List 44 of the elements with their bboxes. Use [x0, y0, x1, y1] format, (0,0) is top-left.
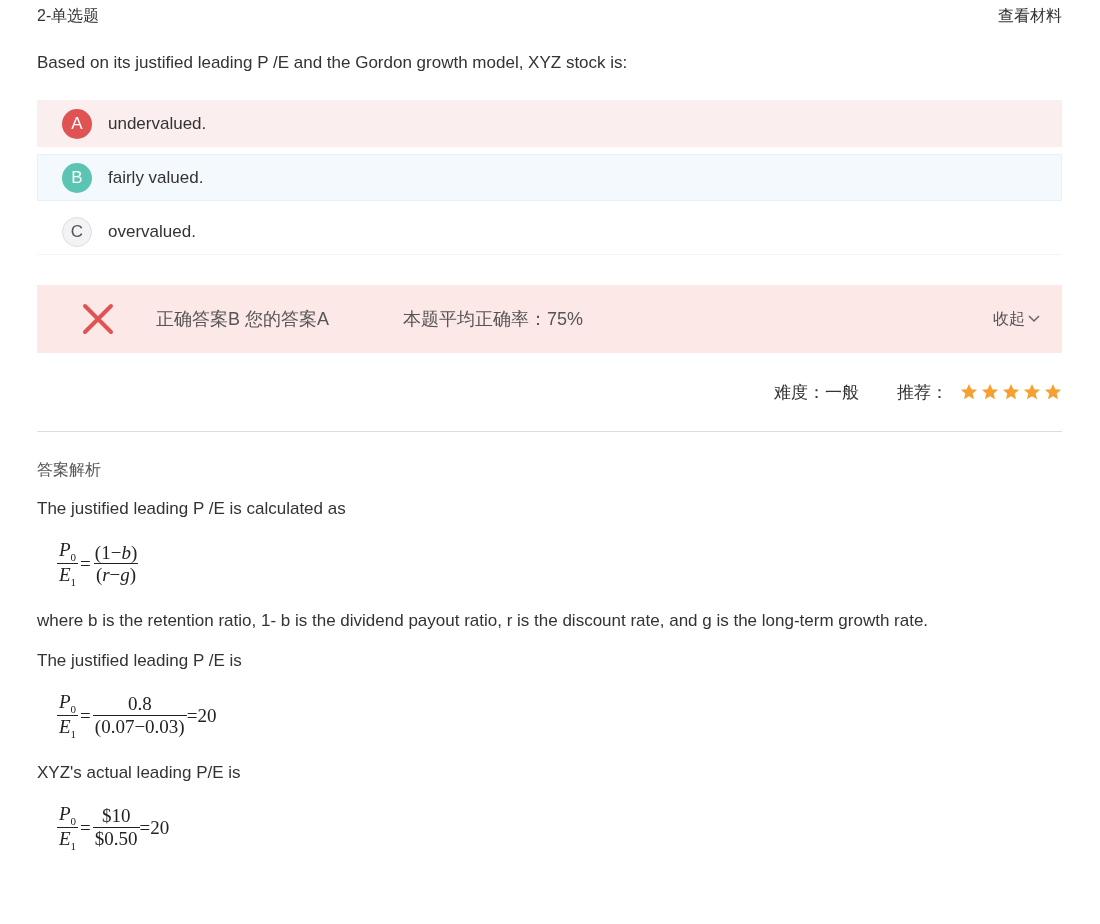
- option-text: undervalued.: [108, 113, 207, 134]
- equals-sign: =: [80, 704, 91, 727]
- formula-numerator: (1−b): [93, 541, 139, 564]
- answer-option[interactable]: B fairly valued.: [37, 154, 1062, 201]
- formula-numerator: P$_{0}$: [58, 539, 78, 564]
- star-icon: [1044, 383, 1062, 401]
- formula-denominator: E$_{1}$: [57, 563, 79, 589]
- formula-result: =20: [139, 816, 170, 839]
- star-icon: [960, 383, 978, 401]
- analysis-heading: 答案解析: [37, 460, 102, 480]
- star-icon: [981, 383, 999, 401]
- explanation-text: The justified leading P /E is: [37, 650, 243, 671]
- option-letter: B: [62, 162, 92, 193]
- star-icon: [1023, 383, 1041, 401]
- explanation-text: The justified leading P /E is calculated as: [37, 499, 347, 519]
- option-letter: C: [62, 216, 92, 247]
- option-text: fairly valued.: [108, 167, 204, 188]
- formula-result: =20: [186, 704, 217, 727]
- formula-numerator: 0.8: [126, 693, 153, 716]
- answer-summary: 正确答案B 您的答案A: [156, 308, 329, 331]
- formula-denominator: (0.07−0.03): [92, 715, 187, 739]
- collapse-toggle[interactable]: 收起: [993, 308, 1040, 330]
- formula-denominator: (r−g): [93, 563, 139, 587]
- equals-sign: =: [80, 552, 91, 575]
- difficulty-text: 难度：一般: [774, 381, 859, 404]
- equals-sign: =: [80, 816, 91, 839]
- accuracy-text: 本题平均正确率：75%: [403, 308, 584, 331]
- option-text: overvalued.: [108, 221, 196, 242]
- formula-numerator: P$_{0}$: [58, 690, 78, 716]
- formula-denominator: E$_{1}$: [57, 827, 79, 853]
- chevron-down-icon: [1028, 315, 1040, 323]
- recommend-label: 推荐：: [897, 381, 948, 404]
- formula-denominator: $0.50: [92, 827, 140, 851]
- formula-numerator: $10: [100, 805, 132, 828]
- explanation-text: where b is the retention ratio, 1- b is the dividend payout ratio, r is the discount rate, and g is the long-term growth rate.: [37, 610, 930, 631]
- formula-denominator: E$_{1}$: [57, 715, 79, 741]
- question-type: 2-单选题: [37, 6, 100, 26]
- view-material-link[interactable]: 查看材料: [998, 6, 1062, 27]
- formula-numerator: P$_{0}$: [58, 802, 78, 828]
- answer-option[interactable]: A undervalued.: [37, 100, 1062, 147]
- question-text: Based on its justified leading P /E and the Gordon growth model, XYZ stock is:: [37, 53, 629, 73]
- explanation-text: XYZ's actual leading P/E is: [37, 762, 242, 783]
- option-letter: A: [62, 108, 92, 139]
- star-icon: [1002, 383, 1020, 401]
